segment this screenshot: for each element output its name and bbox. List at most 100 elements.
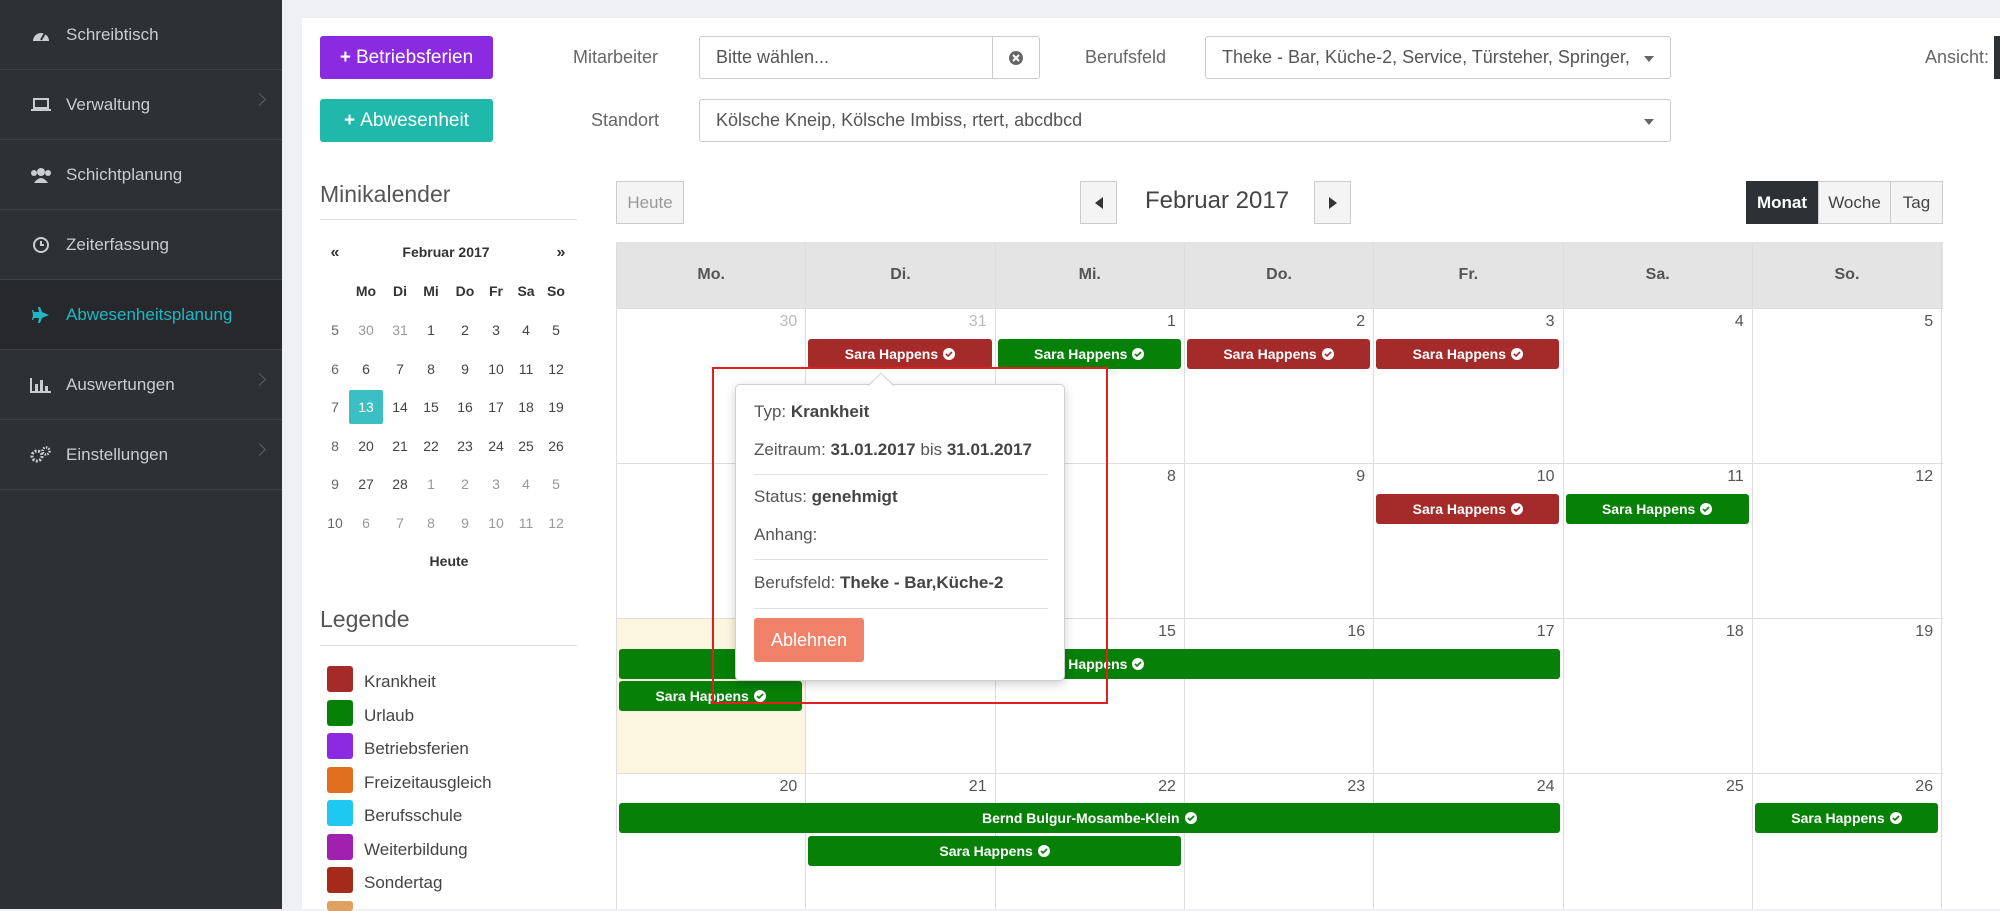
minical-day[interactable]: 13	[349, 390, 383, 424]
minical-day[interactable]: 4	[511, 476, 541, 492]
minical-day[interactable]: 1	[416, 476, 446, 492]
minical-prev[interactable]: «	[320, 244, 350, 262]
minical-day[interactable]: 19	[541, 399, 571, 415]
day-number[interactable]: 10	[1515, 468, 1555, 486]
day-number[interactable]: 23	[1325, 778, 1365, 796]
minical-day[interactable]: 9	[450, 515, 480, 531]
view-woche-button[interactable]: Woche	[1818, 181, 1891, 224]
day-number[interactable]: 30	[757, 313, 798, 331]
minical-day[interactable]: 1	[416, 322, 446, 338]
next-month-button[interactable]	[1314, 181, 1351, 224]
minical-day[interactable]: 3	[481, 322, 511, 338]
minical-day[interactable]: 4	[511, 322, 541, 338]
minical-day[interactable]: 5	[541, 476, 571, 492]
day-number[interactable]: 1	[1136, 313, 1176, 331]
clear-button[interactable]	[992, 37, 1039, 78]
weekday-header: Do.	[1183, 242, 1374, 308]
calendar-event[interactable]: Sara Happens	[808, 339, 992, 369]
day-number[interactable]: 16	[1325, 623, 1365, 641]
minical-day[interactable]: 16	[450, 399, 480, 415]
minical-day[interactable]: 23	[450, 438, 480, 454]
minical-day[interactable]: 7	[385, 515, 415, 531]
minical-day[interactable]: 27	[351, 476, 381, 492]
day-number[interactable]: 3	[1515, 313, 1555, 331]
minical-day[interactable]: 31	[385, 322, 415, 338]
sidebar-item-verwaltung[interactable]: Verwaltung	[0, 70, 282, 140]
minical-day[interactable]: 11	[511, 361, 541, 377]
calendar-event[interactable]: Sara Happens	[997, 339, 1181, 369]
minical-day[interactable]: 24	[481, 438, 511, 454]
minical-day[interactable]: 2	[450, 322, 480, 338]
minical-day[interactable]: 20	[351, 438, 381, 454]
minical-day[interactable]: 6	[351, 361, 381, 377]
minical-day[interactable]: 17	[481, 399, 511, 415]
betriebsferien-button[interactable]: + Betriebsferien	[320, 36, 493, 79]
minical-day[interactable]: 30	[351, 322, 381, 338]
day-number[interactable]: 11	[1704, 468, 1744, 486]
minical-day[interactable]: 10	[481, 515, 511, 531]
day-number[interactable]: 19	[1893, 623, 1933, 641]
day-number[interactable]: 5	[1893, 313, 1933, 331]
standort-select[interactable]: Kölsche Kneip, Kölsche Imbiss, rtert, ab…	[699, 99, 1671, 142]
sidebar-item-zeiterfassung[interactable]: Zeiterfassung	[0, 210, 282, 280]
minical-day[interactable]: 12	[541, 361, 571, 377]
calendar-event[interactable]: Sara Happens	[1565, 494, 1749, 524]
minical-next[interactable]: »	[546, 244, 576, 262]
minical-day[interactable]: 12	[541, 515, 571, 531]
day-number[interactable]: 25	[1704, 778, 1744, 796]
minical-day[interactable]: 14	[385, 399, 415, 415]
day-number[interactable]: 31	[947, 313, 987, 331]
day-number[interactable]: 18	[1704, 623, 1744, 641]
minical-day[interactable]: 18	[511, 399, 541, 415]
minical-day[interactable]: 26	[541, 438, 571, 454]
minical-today-link[interactable]: Heute	[419, 553, 479, 569]
day-number[interactable]: 21	[947, 778, 987, 796]
day-number[interactable]: 4	[1704, 313, 1744, 331]
minical-day[interactable]: 2	[450, 476, 480, 492]
sidebar-item-schreibtisch[interactable]: Schreibtisch	[0, 0, 282, 70]
minical-day[interactable]: 15	[416, 399, 446, 415]
day-number[interactable]: 8	[1136, 468, 1176, 486]
ansicht-toggle[interactable]	[1994, 36, 2000, 79]
minical-day[interactable]: 8	[416, 361, 446, 377]
minical-day[interactable]: 22	[416, 438, 446, 454]
today-button[interactable]: Heute	[616, 181, 684, 224]
day-number[interactable]: 20	[757, 778, 798, 796]
minical-day[interactable]: 7	[385, 361, 415, 377]
minical-day[interactable]: 25	[511, 438, 541, 454]
minical-day[interactable]: 3	[481, 476, 511, 492]
day-number[interactable]: 2	[1325, 313, 1365, 331]
day-number[interactable]: 24	[1515, 778, 1555, 796]
prev-month-button[interactable]	[1080, 181, 1117, 224]
day-number[interactable]: 12	[1893, 468, 1933, 486]
calendar-event[interactable]: Sara Happens	[1754, 803, 1939, 833]
day-number[interactable]: 22	[1136, 778, 1176, 796]
sidebar-item-abwesenheitsplanung[interactable]: Abwesenheitsplanung	[0, 280, 282, 350]
minical-day[interactable]: 6	[351, 515, 381, 531]
minical-day[interactable]: 8	[416, 515, 446, 531]
calendar-event[interactable]: Sara Happens	[808, 836, 1181, 866]
minical-day[interactable]: 5	[541, 322, 571, 338]
sidebar-item-auswertungen[interactable]: Auswertungen	[0, 350, 282, 420]
calendar-event[interactable]: Bernd Bulgur-Mosambe-Klein	[619, 803, 1560, 833]
mitarbeiter-select[interactable]: Bitte wählen...	[699, 36, 1040, 79]
sidebar-item-einstellungen[interactable]: Einstellungen	[0, 420, 282, 490]
view-tag-button[interactable]: Tag	[1890, 181, 1943, 224]
sidebar-item-schichtplanung[interactable]: Schichtplanung	[0, 140, 282, 210]
minical-day[interactable]: 9	[450, 361, 480, 377]
minical-day[interactable]: 10	[481, 361, 511, 377]
minical-day[interactable]: 11	[511, 515, 541, 531]
berufsfeld-select[interactable]: Theke - Bar, Küche-2, Service, Türsteher…	[1205, 36, 1671, 79]
view-monat-button[interactable]: Monat	[1746, 181, 1818, 224]
day-number[interactable]: 9	[1325, 468, 1365, 486]
calendar-event[interactable]: Sara Happens	[1376, 339, 1560, 369]
day-number[interactable]: 15	[1136, 623, 1176, 641]
minical-day[interactable]: 28	[385, 476, 415, 492]
calendar-event[interactable]: Sara Happens	[1376, 494, 1560, 524]
minical-day[interactable]: 21	[385, 438, 415, 454]
calendar-event[interactable]: Sara Happens	[1186, 339, 1371, 369]
day-number[interactable]: 17	[1515, 623, 1555, 641]
day-number[interactable]: 26	[1893, 778, 1933, 796]
minical-month-label[interactable]: Februar 2017	[376, 244, 516, 260]
abwesenheit-button[interactable]: + Abwesenheit	[320, 99, 493, 142]
